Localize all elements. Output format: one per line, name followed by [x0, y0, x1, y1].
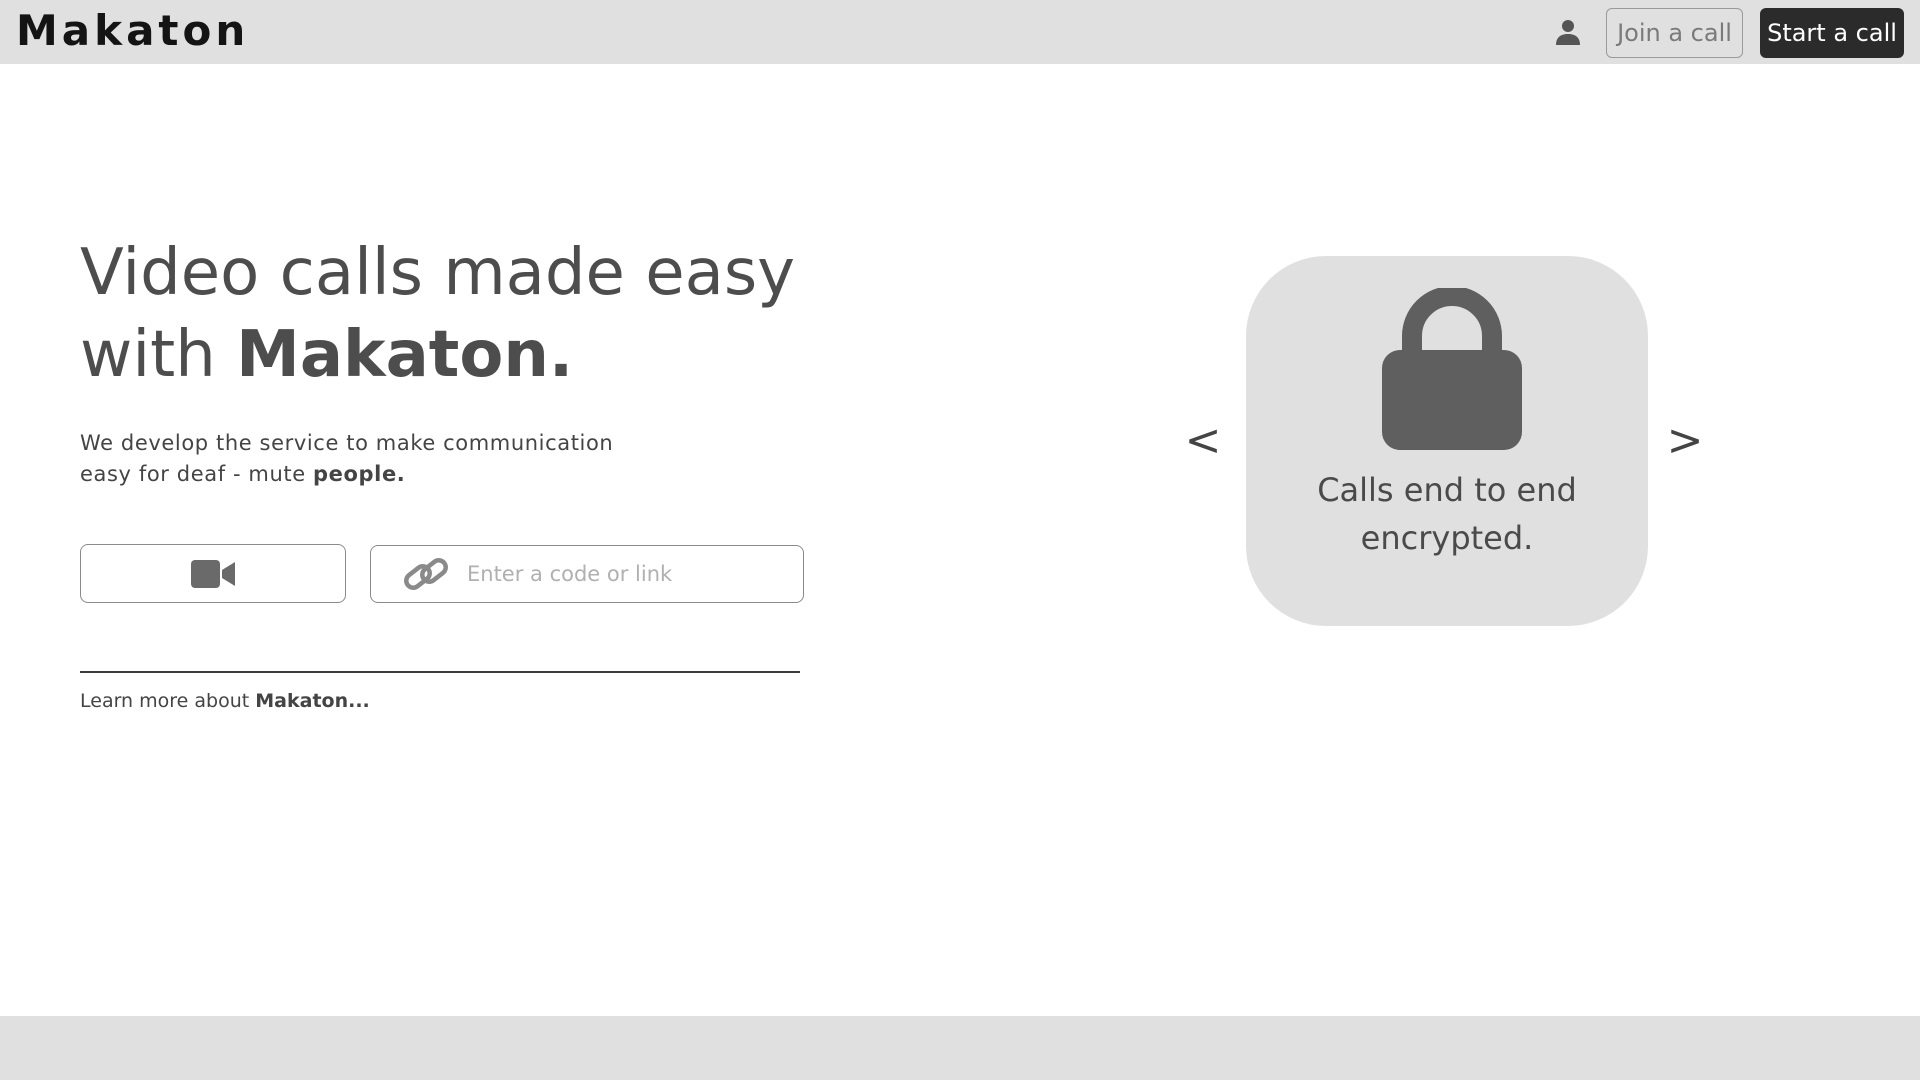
- section-divider: [80, 671, 800, 673]
- join-code-input[interactable]: [467, 554, 787, 594]
- start-call-button[interactable]: Start a call: [1760, 8, 1904, 58]
- hero-title-line1: Video calls made easy: [80, 236, 796, 310]
- hero-subtitle-line2-prefix: easy for deaf - mute: [80, 462, 314, 486]
- brand-logo[interactable]: Makaton: [16, 6, 249, 55]
- join-code-field[interactable]: [370, 545, 804, 603]
- user-account-button[interactable]: [1552, 14, 1584, 50]
- learn-more-prefix: Learn more about: [80, 690, 256, 712]
- hero-subtitle-line1: We develop the service to make communica…: [80, 431, 614, 455]
- feature-card: Calls end to end encrypted.: [1246, 256, 1648, 626]
- feature-caption-line2: encrypted.: [1360, 519, 1534, 557]
- carousel-prev-button[interactable]: <: [1178, 412, 1228, 468]
- hero-title: Video calls made easy with Makaton.: [80, 232, 860, 396]
- video-camera-icon: [191, 559, 235, 588]
- hero-title-line2-prefix: with: [80, 318, 237, 392]
- top-bar: Makaton Join a call Start a call: [0, 0, 1920, 64]
- hero-subtitle-emphasis: people.: [313, 462, 406, 486]
- learn-more-brand: Makaton...: [255, 690, 370, 712]
- lock-icon: [1382, 288, 1522, 450]
- learn-more-link[interactable]: Learn more about Makaton...: [80, 690, 370, 712]
- new-video-call-button[interactable]: [80, 544, 346, 603]
- join-call-button[interactable]: Join a call: [1606, 8, 1743, 58]
- carousel-next-button[interactable]: >: [1660, 412, 1710, 468]
- feature-caption: Calls end to end encrypted.: [1246, 466, 1648, 562]
- link-icon: [403, 554, 449, 594]
- hero-title-brand: Makaton.: [236, 318, 574, 392]
- feature-caption-line1: Calls end to end: [1317, 471, 1577, 509]
- hero-subtitle: We develop the service to make communica…: [80, 428, 680, 490]
- footer: [0, 1016, 1920, 1080]
- user-icon: [1556, 20, 1580, 45]
